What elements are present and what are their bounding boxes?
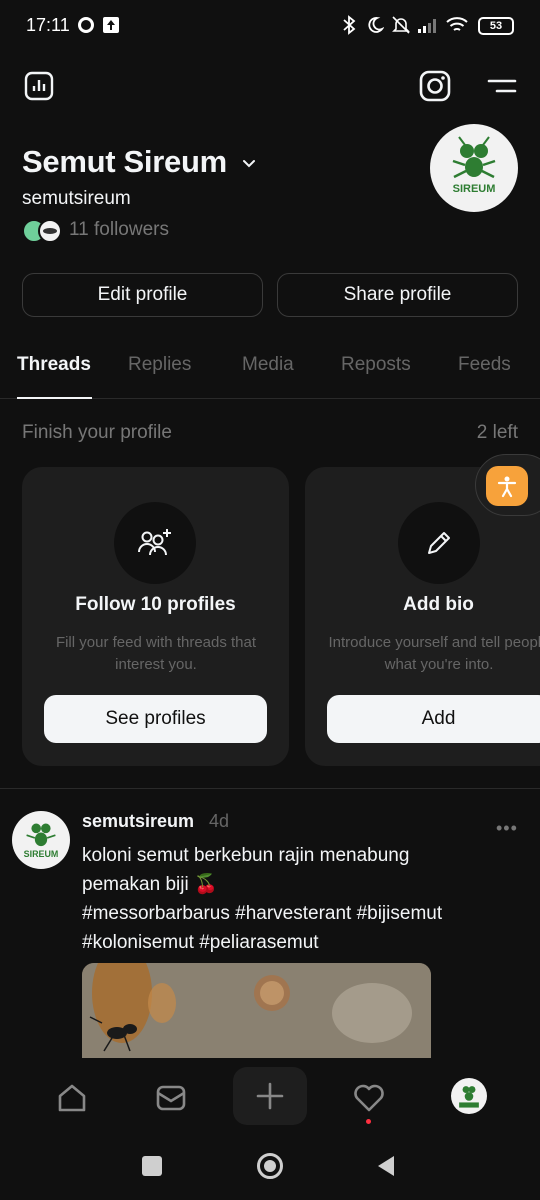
signal-icon [416,14,440,36]
ant-logo-icon: SIREUM [449,136,499,195]
see-profiles-button[interactable]: See profiles [44,695,267,743]
moon-icon [364,14,386,36]
tab-feeds[interactable]: Feeds [458,354,511,376]
post-timestamp: 4d [209,811,230,831]
post-hashtags[interactable]: #kolonisemut #peliarasemut [82,928,522,957]
instagram-icon[interactable] [418,69,452,103]
edit-profile-button[interactable]: Edit profile [22,273,263,317]
card-description: Introduce yourself and tell people what … [328,634,540,673]
post-line: pemakan biji 🍒 [82,874,218,895]
recents-button[interactable] [142,1156,162,1176]
heart-icon[interactable] [349,1078,389,1118]
post-hashtags[interactable]: #messorbarbarus #harvesterant #bijisemut [82,899,522,928]
post-username[interactable]: semutsireum [82,811,194,832]
bell-off-icon [390,14,412,36]
upload-icon [101,14,121,36]
add-bio-button[interactable]: Add [327,695,540,743]
plus-icon [256,1082,284,1110]
insights-icon[interactable] [22,69,56,103]
tab-replies[interactable]: Replies [128,354,191,376]
avatar-logo-text: SIREUM [24,849,59,859]
profile-nav-avatar[interactable] [451,1078,487,1114]
tab-reposts[interactable]: Reposts [341,354,411,376]
back-button[interactable] [376,1154,396,1183]
pencil-icon [398,502,480,584]
post-line: koloni semut berkebun rajin menabung [82,845,410,866]
avatar-logo-text: SIREUM [453,183,496,195]
section-divider [0,788,540,789]
followers-count[interactable]: 11 followers [69,219,169,241]
post-image[interactable] [82,963,431,1059]
profile-avatar[interactable]: SIREUM [430,124,518,212]
card-title: Follow 10 profiles [75,594,236,615]
home-button[interactable] [257,1153,283,1179]
status-time: 17:11 [26,15,70,35]
ant-logo-icon [459,1086,479,1108]
share-profile-button[interactable]: Share profile [277,273,518,317]
post-author-avatar[interactable]: SIREUM [12,811,70,869]
profile-display-name: Semut Sireum [22,144,227,179]
chevron-down-icon[interactable] [240,154,258,172]
menu-icon[interactable] [484,69,518,103]
finish-card-follow: Follow 10 profiles Fill your feed with t… [22,467,289,766]
battery-level: 53 [489,20,503,32]
bluetooth-icon [339,14,359,36]
card-description: Fill your feed with threads that interes… [55,634,257,673]
post-body: koloni semut berkebun rajin menabung pem… [82,841,522,957]
notification-dot [366,1119,371,1124]
follower-avatar [38,219,62,243]
active-tab-indicator [17,397,92,399]
status-bar: 17:11 53 [0,0,540,52]
home-icon[interactable] [52,1078,92,1118]
more-options-icon[interactable]: ••• [496,818,518,839]
wifi-icon [445,14,469,36]
card-title: Add bio [403,594,474,615]
finish-profile-title: Finish your profile [22,422,172,443]
tab-threads[interactable]: Threads [17,354,91,376]
tab-media[interactable]: Media [242,354,294,376]
accessibility-float-button[interactable] [475,454,540,516]
ant-photo-image [82,963,431,1059]
ant-logo-icon: SIREUM [24,823,59,859]
record-icon [76,14,96,36]
accessibility-icon [486,466,528,506]
create-post-button[interactable] [233,1067,307,1125]
remaining-count: 2 left [476,422,518,443]
add-people-icon [114,502,196,584]
inbox-icon[interactable] [151,1078,191,1118]
battery-indicator: 53 [478,17,514,35]
profile-username: semutsireum [22,188,131,209]
home-button-dot [264,1160,276,1172]
